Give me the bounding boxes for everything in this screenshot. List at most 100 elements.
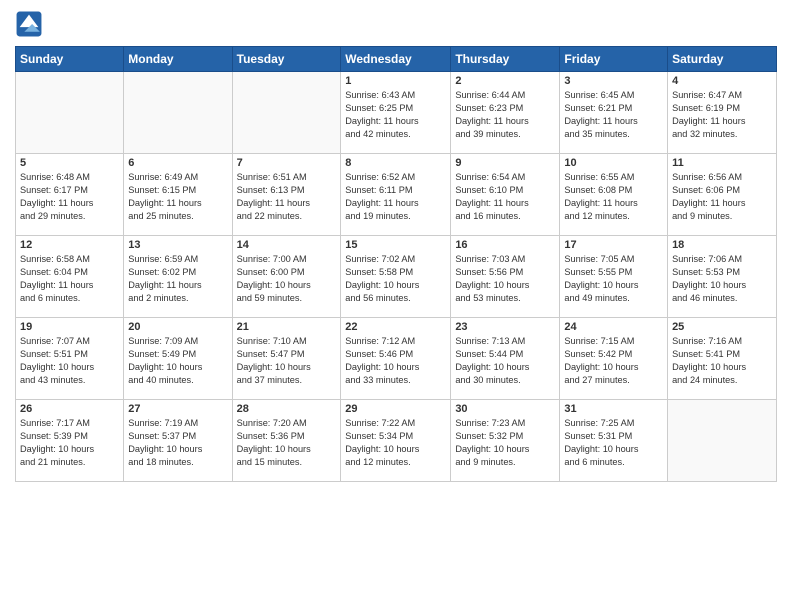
calendar-week-row: 1 Sunrise: 6:43 AMSunset: 6:25 PMDaylight… [16, 72, 777, 154]
calendar-table: SundayMondayTuesdayWednesdayThursdayFrid… [15, 46, 777, 482]
calendar-cell: 13Sunrise: 6:59 AMSunset: 6:02 PMDayligh… [124, 236, 232, 318]
day-number: 4 [672, 75, 772, 87]
day-number: 25 [672, 321, 772, 333]
day-number: 17 [564, 239, 663, 251]
calendar-cell: 6Sunrise: 6:49 AMSunset: 6:15 PMDaylight… [124, 154, 232, 236]
page-container: SundayMondayTuesdayWednesdayThursdayFrid… [0, 0, 792, 612]
day-info: Sunrise: 7:02 AMSunset: 5:58 PMDaylight:… [345, 253, 446, 305]
calendar-cell [232, 72, 341, 154]
calendar-cell: 19 Sunrise: 7:07 AMSunset: 5:51 PMDayligh… [16, 318, 124, 400]
calendar-cell: 18 Sunrise: 7:06 AMSunset: 5:53 PMDayligh… [668, 236, 777, 318]
day-number: 10 [564, 157, 663, 169]
day-info: Sunrise: 7:05 AMSunset: 5:55 PMDaylight:… [564, 253, 663, 305]
day-info: Sunrise: 6:55 AMSunset: 6:08 PMDaylight:… [564, 171, 663, 223]
day-number: 7 [237, 157, 337, 169]
day-info: Sunrise: 6:58 AMSunset: 6:04 PMDaylight:… [20, 253, 119, 305]
calendar-cell: 25 Sunrise: 7:16 AMSunset: 5:41 PMDayligh… [668, 318, 777, 400]
calendar-cell: 28Sunrise: 7:20 AMSunset: 5:36 PMDayligh… [232, 400, 341, 482]
weekday-header: Sunday [16, 47, 124, 72]
day-number: 14 [237, 239, 337, 251]
day-number: 21 [237, 321, 337, 333]
calendar-header-row: SundayMondayTuesdayWednesdayThursdayFrid… [16, 47, 777, 72]
day-info: Sunrise: 7:19 AMSunset: 5:37 PMDaylight:… [128, 417, 227, 469]
calendar-cell: 17 Sunrise: 7:05 AMSunset: 5:55 PMDayligh… [560, 236, 668, 318]
day-number: 19 [20, 321, 119, 333]
day-number: 5 [20, 157, 119, 169]
calendar-cell: 26Sunrise: 7:17 AMSunset: 5:39 PMDayligh… [16, 400, 124, 482]
day-number: 20 [128, 321, 227, 333]
day-number: 2 [455, 75, 555, 87]
day-number: 15 [345, 239, 446, 251]
calendar-cell: 2 Sunrise: 6:44 AMSunset: 6:23 PMDaylight… [451, 72, 560, 154]
calendar-week-row: 26Sunrise: 7:17 AMSunset: 5:39 PMDayligh… [16, 400, 777, 482]
day-info: Sunrise: 7:06 AMSunset: 5:53 PMDaylight:… [672, 253, 772, 305]
calendar-cell: 4 Sunrise: 6:47 AMSunset: 6:19 PMDaylight… [668, 72, 777, 154]
calendar-cell [124, 72, 232, 154]
day-number: 11 [672, 157, 772, 169]
weekday-header: Monday [124, 47, 232, 72]
day-number: 27 [128, 403, 227, 415]
calendar-cell: 11 Sunrise: 6:56 AMSunset: 6:06 PMDayligh… [668, 154, 777, 236]
day-number: 12 [20, 239, 119, 251]
day-info: Sunrise: 7:12 AMSunset: 5:46 PMDaylight:… [345, 335, 446, 387]
weekday-header: Friday [560, 47, 668, 72]
day-info: Sunrise: 7:07 AMSunset: 5:51 PMDaylight:… [20, 335, 119, 387]
calendar-cell: 12 Sunrise: 6:58 AMSunset: 6:04 PMDayligh… [16, 236, 124, 318]
day-number: 16 [455, 239, 555, 251]
calendar-cell: 20 Sunrise: 7:09 AMSunset: 5:49 PMDayligh… [124, 318, 232, 400]
day-info: Sunrise: 6:59 AMSunset: 6:02 PMDaylight:… [128, 253, 227, 305]
day-info: Sunrise: 7:15 AMSunset: 5:42 PMDaylight:… [564, 335, 663, 387]
day-info: Sunrise: 6:52 AMSunset: 6:11 PMDaylight:… [345, 171, 446, 223]
weekday-header: Tuesday [232, 47, 341, 72]
day-info: Sunrise: 6:43 AMSunset: 6:25 PMDaylight:… [345, 89, 446, 141]
day-number: 28 [237, 403, 337, 415]
day-number: 26 [20, 403, 119, 415]
calendar-cell: 15 Sunrise: 7:02 AMSunset: 5:58 PMDayligh… [341, 236, 451, 318]
day-number: 6 [128, 157, 227, 169]
day-number: 8 [345, 157, 446, 169]
weekday-header: Saturday [668, 47, 777, 72]
day-info: Sunrise: 7:13 AMSunset: 5:44 PMDaylight:… [455, 335, 555, 387]
calendar-cell: 27 Sunrise: 7:19 AMSunset: 5:37 PMDayligh… [124, 400, 232, 482]
day-number: 24 [564, 321, 663, 333]
calendar-cell: 8 Sunrise: 6:52 AMSunset: 6:11 PMDaylight… [341, 154, 451, 236]
day-number: 18 [672, 239, 772, 251]
day-number: 29 [345, 403, 446, 415]
day-info: Sunrise: 6:45 AMSunset: 6:21 PMDaylight:… [564, 89, 663, 141]
day-number: 9 [455, 157, 555, 169]
calendar-week-row: 19 Sunrise: 7:07 AMSunset: 5:51 PMDayligh… [16, 318, 777, 400]
day-info: Sunrise: 7:09 AMSunset: 5:49 PMDaylight:… [128, 335, 227, 387]
calendar-cell: 5 Sunrise: 6:48 AMSunset: 6:17 PMDaylight… [16, 154, 124, 236]
day-info: Sunrise: 7:23 AMSunset: 5:32 PMDaylight:… [455, 417, 555, 469]
day-info: Sunrise: 7:22 AMSunset: 5:34 PMDaylight:… [345, 417, 446, 469]
day-info: Sunrise: 6:48 AMSunset: 6:17 PMDaylight:… [20, 171, 119, 223]
day-info: Sunrise: 7:10 AMSunset: 5:47 PMDaylight:… [237, 335, 337, 387]
calendar-cell: 22 Sunrise: 7:12 AMSunset: 5:46 PMDayligh… [341, 318, 451, 400]
calendar-cell: 14 Sunrise: 7:00 AMSunset: 6:00 PMDayligh… [232, 236, 341, 318]
day-info: Sunrise: 6:51 AMSunset: 6:13 PMDaylight:… [237, 171, 337, 223]
calendar-week-row: 12 Sunrise: 6:58 AMSunset: 6:04 PMDayligh… [16, 236, 777, 318]
calendar-cell: 3Sunrise: 6:45 AMSunset: 6:21 PMDaylight… [560, 72, 668, 154]
day-info: Sunrise: 7:00 AMSunset: 6:00 PMDaylight:… [237, 253, 337, 305]
day-number: 1 [345, 75, 446, 87]
day-info: Sunrise: 7:03 AMSunset: 5:56 PMDaylight:… [455, 253, 555, 305]
page-header [15, 10, 777, 38]
day-info: Sunrise: 7:16 AMSunset: 5:41 PMDaylight:… [672, 335, 772, 387]
weekday-header: Wednesday [341, 47, 451, 72]
day-number: 30 [455, 403, 555, 415]
calendar-cell: 31Sunrise: 7:25 AMSunset: 5:31 PMDayligh… [560, 400, 668, 482]
logo-icon [15, 10, 43, 38]
calendar-cell: 30 Sunrise: 7:23 AMSunset: 5:32 PMDayligh… [451, 400, 560, 482]
day-info: Sunrise: 6:54 AMSunset: 6:10 PMDaylight:… [455, 171, 555, 223]
calendar-cell: 21 Sunrise: 7:10 AMSunset: 5:47 PMDayligh… [232, 318, 341, 400]
calendar-cell: 29 Sunrise: 7:22 AMSunset: 5:34 PMDayligh… [341, 400, 451, 482]
day-info: Sunrise: 6:44 AMSunset: 6:23 PMDaylight:… [455, 89, 555, 141]
day-info: Sunrise: 6:56 AMSunset: 6:06 PMDaylight:… [672, 171, 772, 223]
calendar-week-row: 5 Sunrise: 6:48 AMSunset: 6:17 PMDaylight… [16, 154, 777, 236]
day-number: 22 [345, 321, 446, 333]
day-info: Sunrise: 6:47 AMSunset: 6:19 PMDaylight:… [672, 89, 772, 141]
weekday-header: Thursday [451, 47, 560, 72]
calendar-cell [16, 72, 124, 154]
day-info: Sunrise: 7:25 AMSunset: 5:31 PMDaylight:… [564, 417, 663, 469]
calendar-cell: 7 Sunrise: 6:51 AMSunset: 6:13 PMDaylight… [232, 154, 341, 236]
